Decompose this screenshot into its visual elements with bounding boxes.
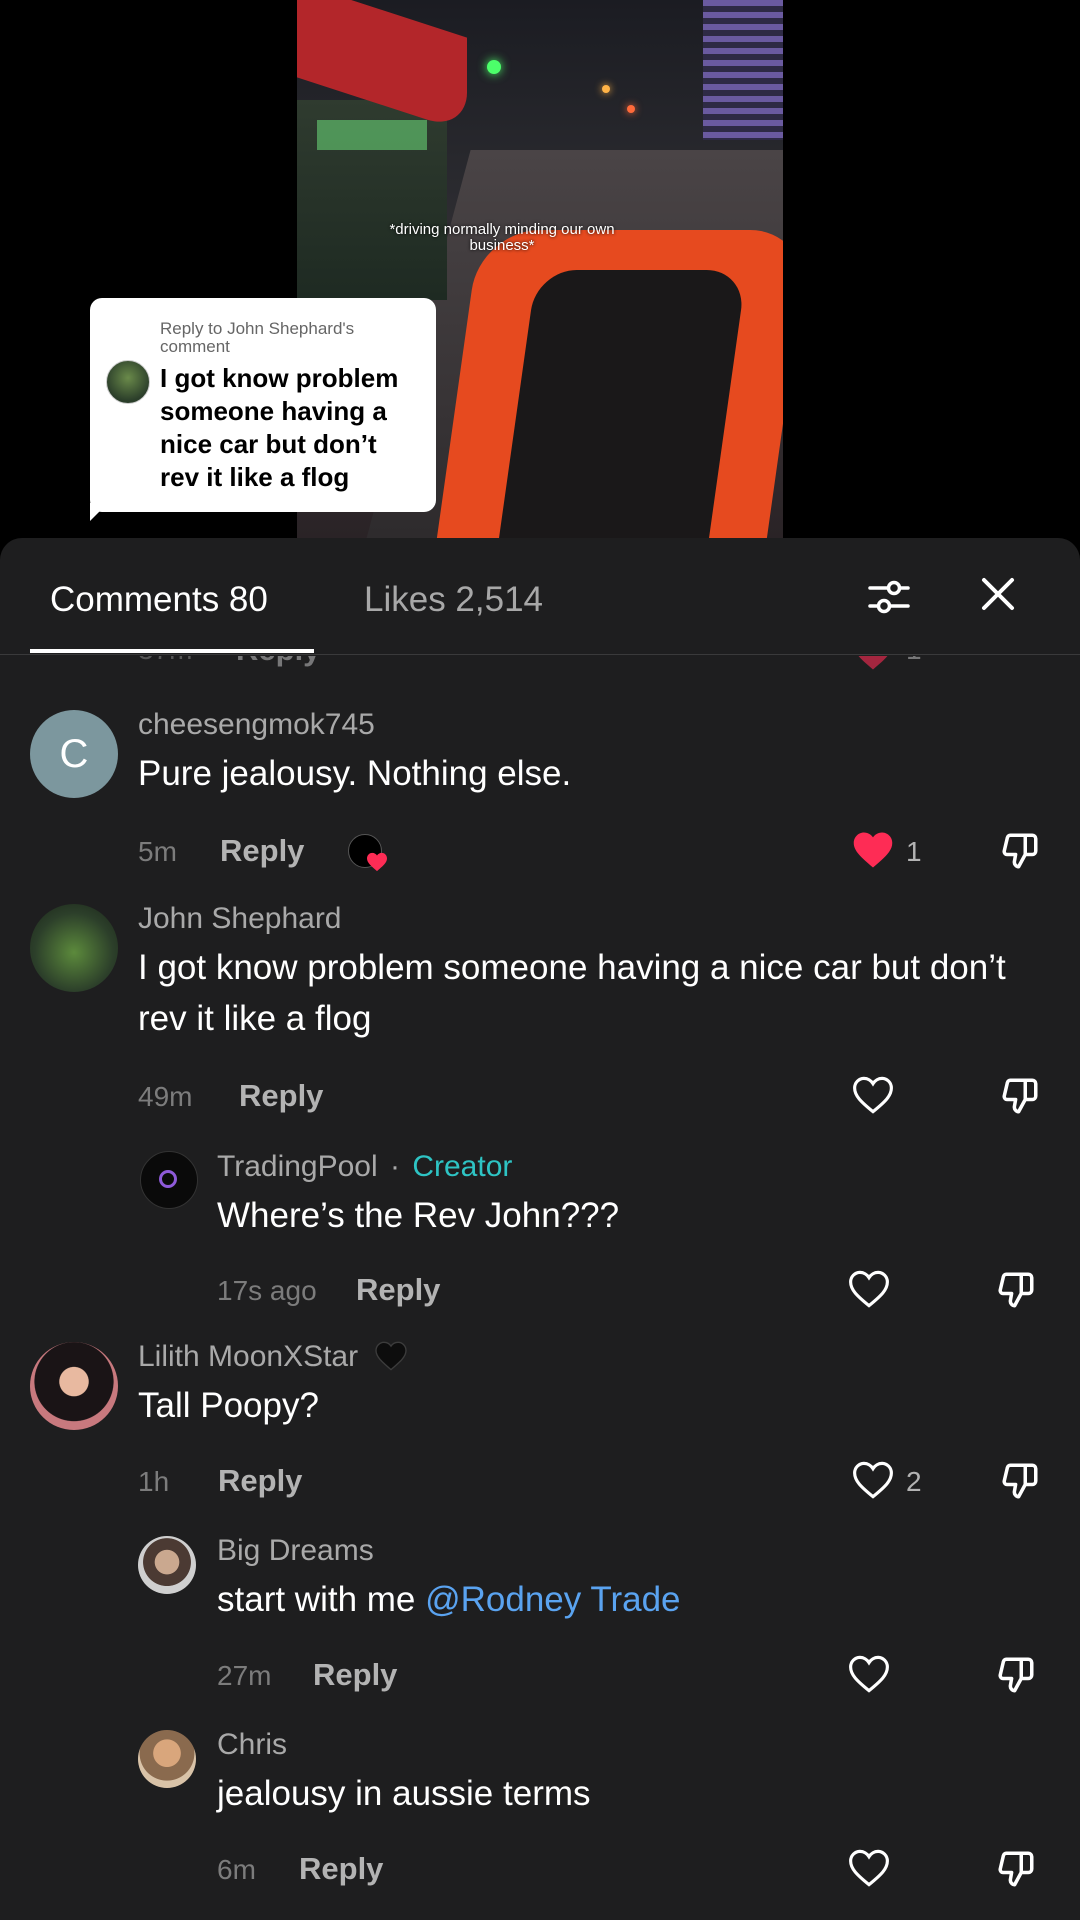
creator-badge: Creator bbox=[412, 1150, 513, 1183]
dislike-icon[interactable] bbox=[995, 1848, 1037, 1890]
comment-text: start with me @Rodney Trade bbox=[217, 1574, 681, 1625]
video-car-interior bbox=[497, 270, 747, 538]
tab-likes[interactable]: Likes 2,514 bbox=[364, 580, 543, 620]
comment-text: Tall Poopy? bbox=[138, 1386, 319, 1425]
heart-icon[interactable] bbox=[848, 1269, 890, 1309]
dislike-icon[interactable] bbox=[999, 1075, 1041, 1117]
sheet-tabs: Comments 80 Likes 2,514 bbox=[0, 538, 1080, 656]
comment-text: jealousy in aussie terms bbox=[217, 1774, 591, 1813]
comment-username[interactable]: Lilith MoonXStar bbox=[138, 1340, 408, 1374]
reply-bubble-header: Reply to John Shephard's comment bbox=[160, 319, 355, 356]
heart-icon[interactable] bbox=[852, 830, 894, 870]
avatar[interactable] bbox=[138, 1730, 196, 1788]
video-caption: *driving normally minding our own busine… bbox=[389, 221, 615, 254]
reply-button[interactable]: Reply bbox=[299, 1851, 383, 1887]
avatar[interactable]: C bbox=[30, 710, 118, 798]
reply-button[interactable]: Reply bbox=[313, 1657, 397, 1693]
tab-underline bbox=[30, 649, 314, 653]
reply-bubble: Reply to John Shephard's comment I got k… bbox=[90, 298, 436, 521]
comment-meta-row: 37m Reply 1 bbox=[0, 656, 1080, 672]
heart-icon[interactable] bbox=[852, 1075, 894, 1115]
dislike-icon[interactable] bbox=[999, 830, 1041, 872]
comment-username[interactable]: TradingPool · Creator bbox=[217, 1150, 512, 1184]
comment-text-body: start with me bbox=[217, 1580, 426, 1619]
video-street-light bbox=[627, 105, 635, 113]
comment-time: 1h bbox=[138, 1466, 170, 1497]
dislike-icon[interactable] bbox=[995, 1654, 1037, 1696]
comment-time: 6m bbox=[217, 1854, 256, 1885]
mention-link[interactable]: @Rodney Trade bbox=[425, 1580, 680, 1619]
comment-time: 49m bbox=[138, 1081, 193, 1112]
reply-button[interactable]: Reply bbox=[220, 833, 304, 869]
avatar[interactable] bbox=[140, 1151, 198, 1209]
comment-text: Pure jealousy. Nothing else. bbox=[138, 754, 572, 793]
heart-icon[interactable] bbox=[848, 1654, 890, 1694]
video-street-light bbox=[602, 85, 610, 93]
video-shop-light bbox=[317, 120, 427, 150]
reply-button[interactable]: Reply bbox=[236, 656, 320, 668]
video-traffic-light bbox=[487, 60, 501, 74]
video-tower bbox=[703, 0, 783, 140]
comment-time: 17s ago bbox=[217, 1275, 317, 1306]
comment-text: Where’s the Rev John??? bbox=[217, 1196, 620, 1235]
avatar[interactable] bbox=[30, 1342, 118, 1430]
username-text: Lilith MoonXStar bbox=[138, 1340, 359, 1373]
heart-icon[interactable] bbox=[852, 656, 894, 672]
bubble-tail bbox=[90, 503, 108, 521]
heart-icon[interactable] bbox=[848, 1848, 890, 1888]
avatar[interactable] bbox=[138, 1536, 196, 1594]
heart-icon[interactable] bbox=[852, 1460, 894, 1500]
avatar[interactable] bbox=[30, 904, 118, 992]
avatar bbox=[106, 360, 150, 404]
comment-time: 37m bbox=[138, 656, 192, 666]
dislike-icon[interactable] bbox=[995, 1269, 1037, 1311]
username-text: TradingPool bbox=[217, 1150, 378, 1183]
comment-username[interactable]: John Shephard bbox=[138, 902, 342, 936]
filter-icon[interactable] bbox=[866, 574, 912, 620]
close-icon[interactable] bbox=[978, 574, 1018, 614]
tab-comments[interactable]: Comments 80 bbox=[50, 580, 268, 620]
comment-text: I got know problem someone having a nice… bbox=[138, 948, 1006, 1038]
like-count: 2 bbox=[906, 1466, 922, 1497]
dislike-icon[interactable] bbox=[999, 1460, 1041, 1502]
comment-username[interactable]: cheesengmok745 bbox=[138, 708, 375, 742]
black-heart-icon bbox=[375, 1341, 408, 1371]
comment-time: 5m bbox=[138, 836, 177, 867]
logo-icon bbox=[159, 1170, 177, 1188]
reply-bubble-text: I got know problem someone having a nice… bbox=[160, 363, 399, 492]
avatar-letter: C bbox=[59, 732, 89, 776]
reply-button[interactable]: Reply bbox=[356, 1272, 440, 1308]
comment-username[interactable]: Chris bbox=[217, 1728, 287, 1762]
comment-username[interactable]: Big Dreams bbox=[217, 1534, 374, 1568]
like-count: 1 bbox=[906, 836, 922, 867]
divider bbox=[0, 654, 1080, 655]
reply-button[interactable]: Reply bbox=[218, 1463, 302, 1499]
comment-list[interactable]: 37m Reply 1 C cheesengmok745 Pure jealou… bbox=[0, 656, 1080, 1920]
like-count: 1 bbox=[906, 656, 922, 666]
comment-time: 27m bbox=[217, 1660, 272, 1691]
separator: · bbox=[390, 1150, 400, 1183]
reply-button[interactable]: Reply bbox=[239, 1078, 323, 1114]
comments-sheet: Comments 80 Likes 2,514 37m Reply 1 C bbox=[0, 538, 1080, 1920]
heart-icon bbox=[367, 852, 387, 872]
